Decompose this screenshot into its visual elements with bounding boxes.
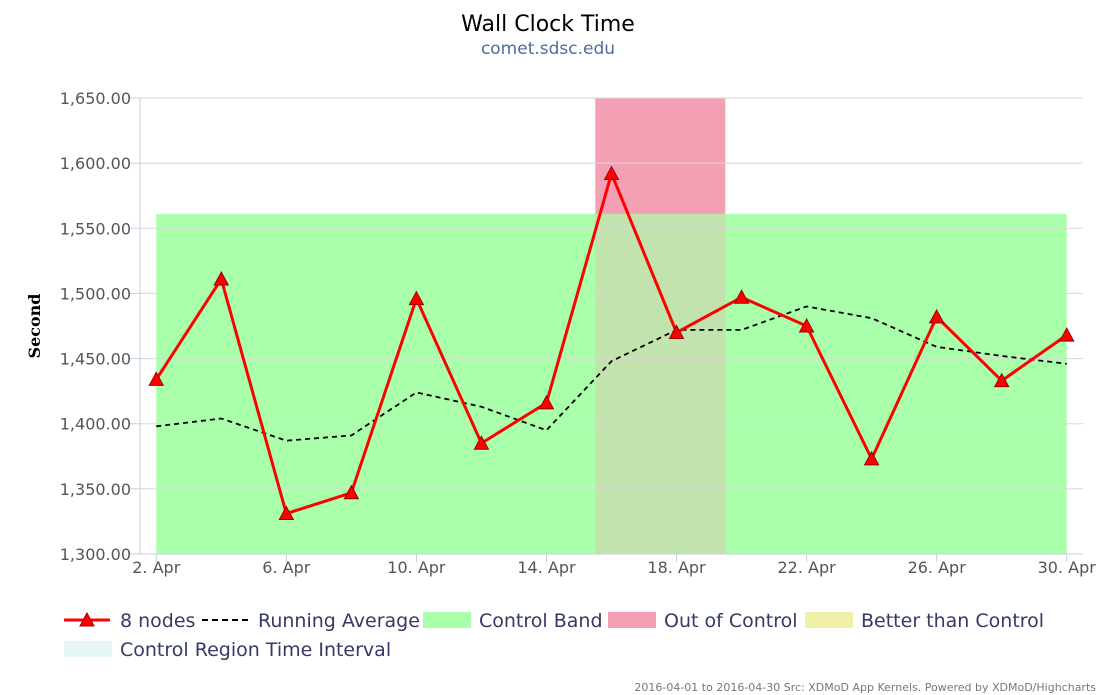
- y-tick-label: 1,500.00: [60, 284, 131, 303]
- y-axis-label: Second: [25, 294, 44, 359]
- legend-8-nodes-label: 8 nodes: [120, 610, 195, 632]
- x-tick-label: 22. Apr: [777, 558, 836, 577]
- chart-credits: 2016-04-01 to 2016-04-30 Src: XDMoD App …: [634, 681, 1096, 694]
- legend-out-of-control-label: Out of Control: [664, 610, 798, 632]
- x-tick-label: 14. Apr: [517, 558, 576, 577]
- x-tick-label: 30. Apr: [1038, 558, 1097, 577]
- x-tick-label: 10. Apr: [387, 558, 446, 577]
- x-tick-label: 2. Apr: [132, 558, 180, 577]
- legend-control-band-swatch: [423, 612, 471, 628]
- legend-running-average-label: Running Average: [258, 610, 420, 632]
- y-tick-label: 1,450.00: [60, 350, 131, 369]
- x-tick-label: 6. Apr: [262, 558, 310, 577]
- y-tick-label: 1,550.00: [60, 219, 131, 238]
- chart-subtitle: comet.sdsc.edu: [481, 39, 615, 59]
- wall-clock-time-chart: Wall Clock Time comet.sdsc.edu Second 1,…: [25, 12, 1097, 694]
- legend-out-of-control-swatch: [608, 612, 656, 628]
- y-tick-label: 1,300.00: [60, 545, 131, 564]
- x-tick-label: 26. Apr: [908, 558, 967, 577]
- y-tick-label: 1,600.00: [60, 154, 131, 173]
- legend-control-band-label: Control Band: [479, 610, 603, 632]
- legend-better-than-control-label: Better than Control: [861, 610, 1044, 632]
- y-tick-label: 1,350.00: [60, 480, 131, 499]
- y-tick-label: 1,650.00: [60, 89, 131, 108]
- x-tick-label: 18. Apr: [647, 558, 706, 577]
- legend-better-than-control-swatch: [805, 612, 853, 628]
- y-tick-label: 1,400.00: [60, 415, 131, 434]
- out-of-control-overlap-band: [595, 213, 726, 554]
- legend-control-region-time-interval-swatch: [64, 641, 112, 657]
- legend-control-region-time-interval-label: Control Region Time Interval: [120, 639, 391, 661]
- chart-title: Wall Clock Time: [461, 12, 635, 37]
- out-of-control-band: [595, 98, 726, 214]
